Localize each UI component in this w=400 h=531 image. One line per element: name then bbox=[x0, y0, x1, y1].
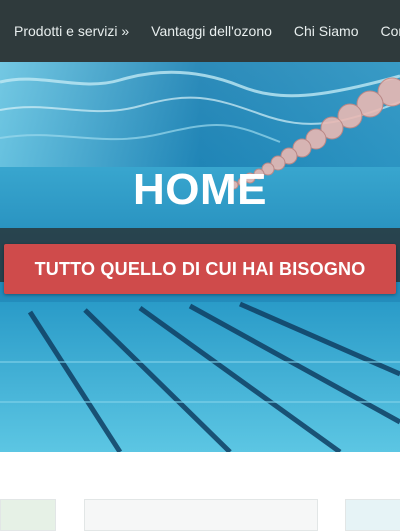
feature-card[interactable] bbox=[84, 499, 318, 531]
top-navigation: Prodotti e servizi » Vantaggi dell'ozono… bbox=[0, 0, 400, 62]
nav-item-ozone-benefits[interactable]: Vantaggi dell'ozono bbox=[151, 23, 272, 39]
nav-item-about-us[interactable]: Chi Siamo bbox=[294, 23, 359, 39]
feature-card[interactable] bbox=[0, 499, 56, 531]
nav-menu: Prodotti e servizi » Vantaggi dell'ozono… bbox=[14, 0, 400, 62]
nav-item-products-services[interactable]: Prodotti e servizi » bbox=[14, 23, 129, 39]
cta-button[interactable]: TUTTO QUELLO DI CUI HAI BISOGNO bbox=[4, 244, 396, 294]
feature-card[interactable] bbox=[345, 499, 400, 531]
page-title: HOME bbox=[0, 163, 400, 217]
nav-item-contacts[interactable]: Contatti bbox=[381, 23, 400, 39]
